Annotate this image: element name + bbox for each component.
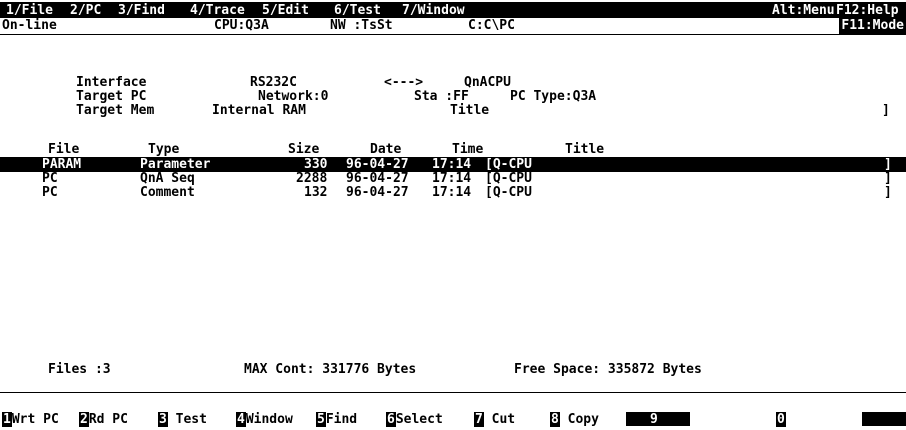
cell-date: 96-04-27	[346, 157, 409, 172]
fkey-label: Window	[245, 412, 293, 427]
cell-date: 96-04-27	[346, 185, 409, 200]
fkey-9-number: 9	[650, 412, 658, 427]
fkey-number: 7	[474, 412, 484, 427]
table-header: File Type Size Date Time Title	[0, 142, 906, 157]
table-row[interactable]: PC QnA Seq 2288 96-04-27 17:14 [Q-CPU ]	[0, 171, 906, 186]
fkey-label: Select	[395, 412, 443, 427]
col-date: Date	[370, 142, 402, 157]
cell-title: [Q-CPU	[485, 157, 532, 172]
col-title: Title	[565, 142, 605, 157]
station-value: Sta :FF	[414, 89, 469, 104]
title-label: Title	[450, 103, 490, 118]
cell-file: PARAM	[42, 157, 82, 172]
menu-alt-hint: Alt:Menu	[772, 3, 835, 18]
fkey-label: Find	[325, 412, 358, 427]
menu-edit[interactable]: 5/Edit	[262, 3, 309, 18]
fkey-label: Wrt PC	[11, 412, 59, 427]
fkey-label: Copy	[567, 412, 599, 427]
cell-time: 17:14	[432, 185, 472, 200]
fkey-0[interactable]: 0	[776, 412, 786, 427]
cell-title: [Q-CPU	[485, 171, 532, 186]
fkey-2[interactable]: 2Rd PC	[79, 412, 128, 427]
menu-trace[interactable]: 4/Trace	[190, 3, 245, 18]
cell-close-bracket: ]	[884, 185, 892, 200]
fkey-6[interactable]: 6Select	[386, 412, 443, 427]
target-pc-label: Target PC	[76, 89, 147, 104]
col-time: Time	[452, 142, 484, 157]
col-size: Size	[288, 142, 320, 157]
fkey-1[interactable]: 1Wrt PC	[2, 412, 59, 427]
cell-type: QnA Seq	[140, 171, 195, 186]
fkey-8[interactable]: 8 Copy	[550, 412, 599, 427]
cell-close-bracket: ]	[884, 157, 892, 172]
connection-arrow: <--->	[384, 75, 424, 90]
cell-size: 2288	[296, 171, 328, 186]
menu-help[interactable]: F12:Help	[836, 3, 899, 18]
col-type: Type	[148, 142, 180, 157]
fkey-number: 6	[386, 412, 396, 427]
cell-size: 330	[304, 157, 328, 172]
table-row[interactable]: PARAM Parameter 330 96-04-27 17:14 [Q-CP…	[0, 157, 906, 172]
fkey-label: Test	[175, 412, 207, 427]
fkey-number: 0	[776, 412, 786, 427]
cell-close-bracket: ]	[884, 171, 892, 186]
function-key-bar: 1Wrt PC 2Rd PC 3 Test 4Window 5Find 6Sel…	[0, 410, 906, 428]
menu-pc[interactable]: 2/PC	[70, 3, 101, 18]
menu-test[interactable]: 6/Test	[334, 3, 381, 18]
target-mem-label: Target Mem	[76, 103, 155, 118]
fkey-number: 1	[2, 412, 12, 427]
cell-type: Comment	[140, 185, 195, 200]
divider	[0, 392, 906, 393]
menu-bar: 1/File 2/PC 3/Find 4/Trace 5/Edit 6/Test…	[0, 2, 906, 18]
fkey-number: 4	[236, 412, 246, 427]
fkey-number: 5	[316, 412, 326, 427]
cell-time: 17:14	[432, 171, 472, 186]
cell-time: 17:14	[432, 157, 472, 172]
network-value: Network:0	[258, 89, 329, 104]
cell-file: PC	[42, 171, 58, 186]
fkey-5[interactable]: 5Find	[316, 412, 357, 427]
cpu-status: CPU:Q3A	[214, 18, 269, 33]
title-close-bracket: ]	[882, 103, 890, 118]
cell-size: 132	[304, 185, 328, 200]
fkey-blank	[862, 412, 906, 426]
fkey-4[interactable]: 4Window	[236, 412, 293, 427]
cell-title: [Q-CPU	[485, 185, 532, 200]
fkey-3[interactable]: 3 Test	[158, 412, 207, 427]
fkey-9[interactable]	[626, 412, 690, 426]
online-status: On-line	[2, 18, 57, 33]
interface-label: Interface	[76, 75, 147, 90]
fkey-label: Cut	[491, 412, 516, 427]
pc-type-value: PC Type:Q3A	[510, 89, 597, 104]
cell-date: 96-04-27	[346, 171, 409, 186]
table-row[interactable]: PC Comment 132 96-04-27 17:14 [Q-CPU ]	[0, 185, 906, 200]
cell-file: PC	[42, 185, 58, 200]
mode-button[interactable]: F11:Mode	[839, 18, 906, 34]
col-file: File	[48, 142, 80, 157]
fkey-number: 2	[79, 412, 89, 427]
file-count: Files :3	[48, 362, 111, 377]
interface-value: RS232C	[250, 75, 297, 90]
max-cont: MAX Cont: 331776 Bytes	[244, 362, 417, 377]
network-status: NW :TsSt	[330, 18, 393, 33]
cell-type: Parameter	[140, 157, 211, 172]
menu-find[interactable]: 3/Find	[118, 3, 165, 18]
target-mem-value: Internal RAM	[212, 103, 306, 118]
fkey-7[interactable]: 7 Cut	[474, 412, 515, 427]
status-bar: On-line CPU:Q3A NW :TsSt C:C\PC F11:Mode	[0, 18, 906, 35]
path-status: C:C\PC	[468, 18, 515, 33]
menu-window[interactable]: 7/Window	[402, 3, 465, 18]
menu-file[interactable]: 1/File	[6, 3, 53, 18]
free-space: Free Space: 335872 Bytes	[514, 362, 702, 377]
fkey-label: Rd PC	[88, 412, 128, 427]
target-cpu: QnACPU	[464, 75, 511, 90]
fkey-number: 3	[158, 412, 168, 427]
fkey-number: 8	[550, 412, 560, 427]
